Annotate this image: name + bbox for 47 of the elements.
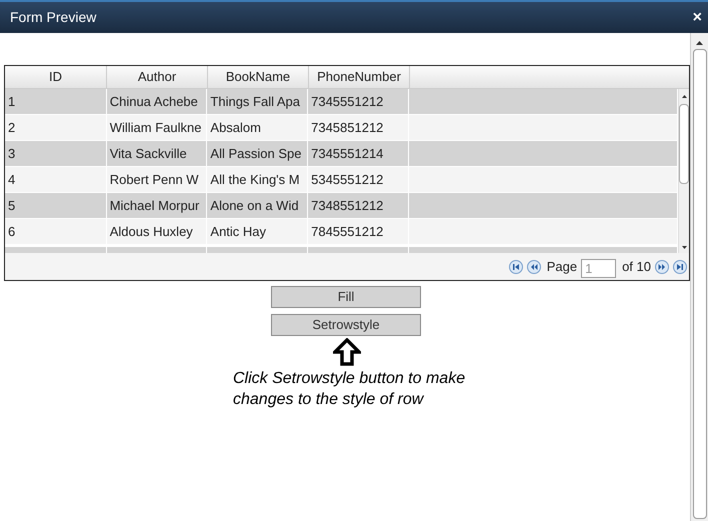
scroll-thumb[interactable] — [679, 104, 689, 184]
scroll-up-icon[interactable] — [696, 41, 703, 45]
first-page-icon[interactable] — [508, 260, 523, 274]
previous-page-icon[interactable] — [526, 260, 541, 274]
table-cell: 5 — [5, 193, 107, 218]
up-arrow-icon — [333, 338, 361, 366]
column-header[interactable]: BookName — [208, 66, 309, 88]
scroll-thumb[interactable] — [692, 49, 706, 519]
table-cell: Aldous Huxley — [106, 219, 208, 244]
next-page-icon[interactable] — [655, 260, 669, 274]
table-cell: 5345551212 — [308, 167, 409, 192]
table-cell: Vita Sackville — [106, 141, 208, 166]
table-cell: 1 — [5, 89, 107, 114]
table-cell: 7345551212 — [308, 89, 409, 114]
scroll-up-icon[interactable] — [682, 95, 686, 98]
table-cell: 7345551214 — [308, 141, 409, 166]
column-header[interactable]: ID — [5, 66, 107, 88]
table-cell: All the King's M — [207, 167, 308, 192]
close-button[interactable]: × — [692, 10, 702, 26]
last-page-icon[interactable] — [673, 260, 687, 274]
table-cell: Alone on a Wid — [207, 193, 308, 218]
table-cell: All Passion Spe — [207, 141, 308, 166]
table-cell: Things Fall Apa — [207, 89, 308, 114]
table-cell: 7345851212 — [308, 115, 409, 140]
table-cell: William Faulkne — [106, 115, 208, 140]
action-button[interactable]: Setrowstyle — [271, 314, 421, 336]
page-count: of 10 — [622, 258, 651, 276]
action-button[interactable]: Fill — [271, 286, 421, 308]
window-scrollbar[interactable] — [690, 33, 708, 521]
table-cell: Robert Penn W — [106, 167, 208, 192]
table-cell: Michael Morpur — [106, 193, 208, 218]
table-cell: 7845551212 — [308, 219, 409, 244]
table-cell: 3 — [5, 141, 107, 166]
page-label: Page — [546, 258, 578, 276]
scrollbar[interactable] — [678, 89, 689, 253]
table-cell: 4 — [5, 167, 107, 192]
instruction-text: Click Setrowstyle button to make changes to the style of row — [233, 369, 466, 410]
table-cell: Chinua Achebe — [106, 89, 208, 114]
table-cell: Antic Hay — [207, 219, 308, 244]
table-cell: 7348551212 — [308, 193, 409, 218]
table-cell: 2 — [5, 115, 107, 140]
column-header[interactable]: Author — [107, 66, 208, 88]
table-cell: Absalom — [207, 115, 308, 140]
table-cell: 6 — [5, 219, 107, 244]
scroll-down-icon[interactable] — [682, 246, 686, 249]
window-title: Form Preview — [10, 8, 96, 27]
column-header[interactable]: PhoneNumber — [309, 66, 410, 88]
